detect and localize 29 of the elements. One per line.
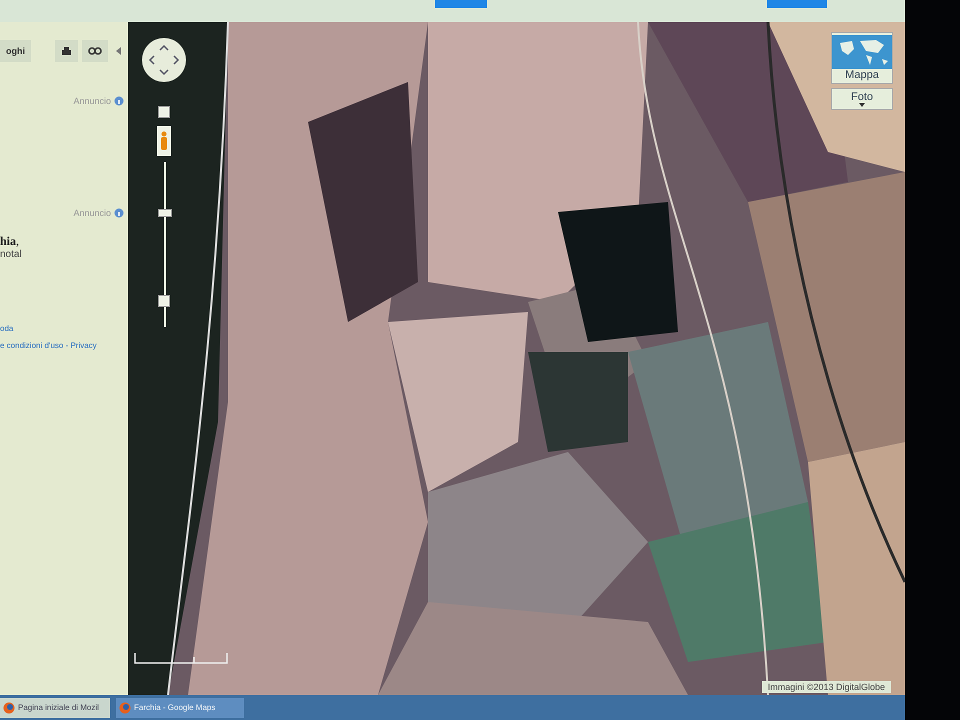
collapse-caret-icon[interactable] xyxy=(116,47,121,55)
link-button[interactable] xyxy=(82,40,108,62)
print-button[interactable] xyxy=(55,40,78,62)
zoom-slider-thumb[interactable] xyxy=(158,209,172,218)
satellite-type-button[interactable]: Foto xyxy=(831,88,893,110)
world-map-icon xyxy=(832,35,892,69)
terms-privacy-link[interactable]: e condizioni d'uso - Privacy xyxy=(0,341,128,350)
link-icon xyxy=(88,47,102,55)
pegman-control[interactable] xyxy=(157,126,171,156)
browser-icon xyxy=(3,702,15,714)
person-icon xyxy=(160,131,168,151)
browser-icon xyxy=(119,702,131,714)
zoom-out-button[interactable] xyxy=(158,295,170,307)
info-icon[interactable] xyxy=(114,208,124,218)
places-button[interactable]: oghi xyxy=(0,40,31,62)
footer-link[interactable]: oda xyxy=(0,324,128,333)
imagery-attribution: Immagini ©2013 DigitalGlobe xyxy=(762,681,891,693)
taskbar-tab[interactable]: Pagina iniziale di Mozil xyxy=(0,698,110,718)
dropdown-caret-icon xyxy=(859,103,865,107)
info-icon[interactable] xyxy=(114,96,124,106)
print-icon xyxy=(61,46,72,56)
ad-label: Annuncio xyxy=(73,208,111,218)
map-type-button[interactable]: Mappa xyxy=(831,32,893,84)
zoom-in-button[interactable] xyxy=(158,106,170,118)
ad-label: Annuncio xyxy=(73,96,111,106)
result-title[interactable]: hia, xyxy=(0,234,128,249)
result-description: notal xyxy=(0,249,23,260)
scale-bar-icon xyxy=(134,653,228,665)
satellite-map-drawing[interactable] xyxy=(128,22,905,695)
